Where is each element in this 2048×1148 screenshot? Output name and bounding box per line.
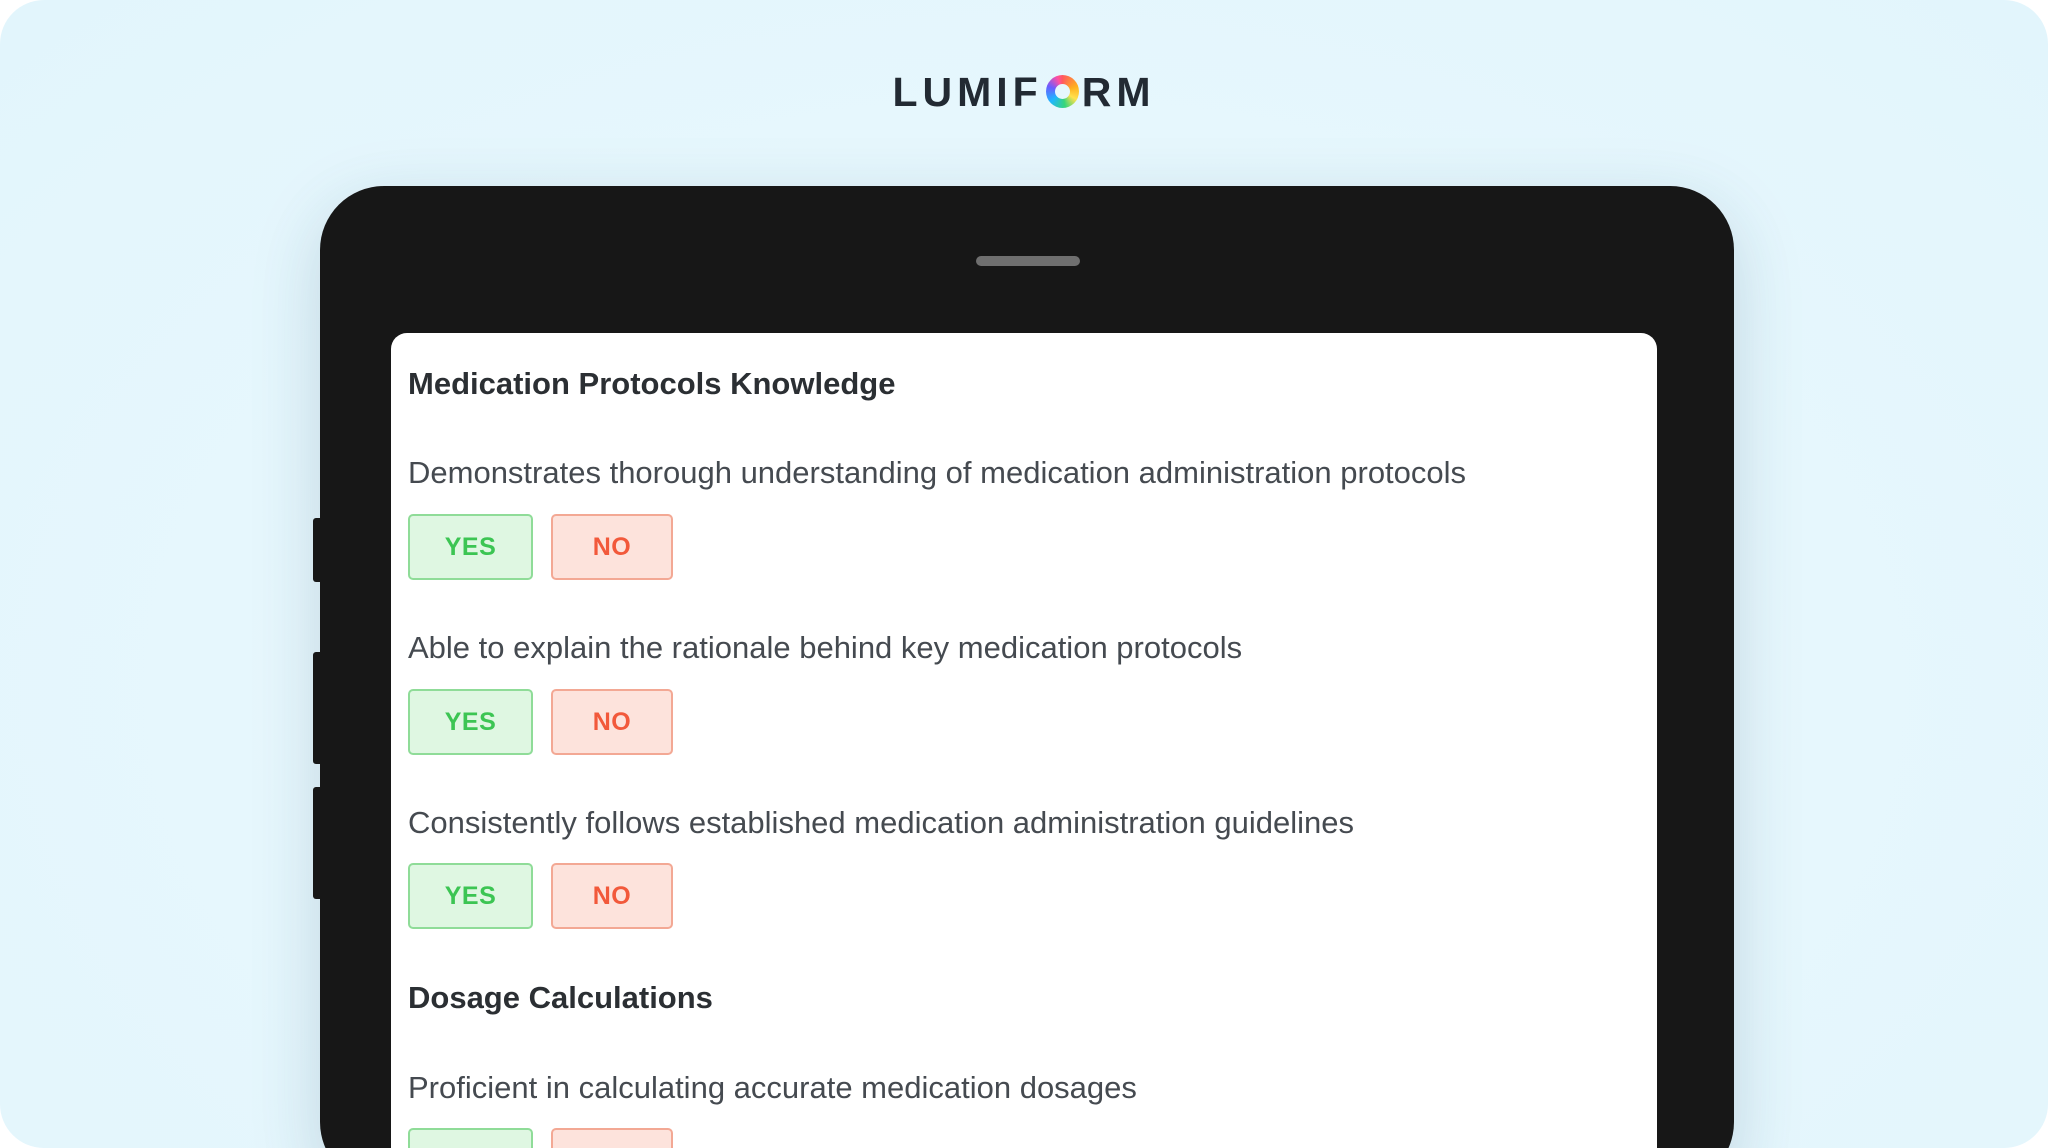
question-text: Proficient in calculating accurate medic… (408, 1070, 1137, 1105)
device-side-button (313, 518, 321, 582)
question-text: Consistently follows established medicat… (408, 805, 1354, 840)
no-button[interactable]: NO (551, 514, 673, 580)
section-title-medication-protocols: Medication Protocols Knowledge (408, 366, 896, 401)
logo-text-left: LUMIF (892, 68, 1043, 115)
no-button[interactable]: NO (551, 863, 673, 929)
lumiform-logo: LUMIF RM (0, 68, 2048, 115)
question-text: Demonstrates thorough understanding of m… (408, 455, 1467, 490)
device-volume-up-button (313, 652, 321, 764)
no-button[interactable]: NO (551, 689, 673, 755)
page-background: LUMIF RM Medication Protocols Knowledge D… (0, 0, 2048, 1148)
yes-button[interactable]: YES (408, 863, 533, 929)
question-text: Able to explain the rationale behind key… (408, 630, 1243, 665)
yes-button[interactable]: YES (408, 689, 533, 755)
device-volume-down-button (313, 787, 321, 899)
device-speaker (976, 256, 1080, 266)
yes-button[interactable]: YES (408, 1128, 533, 1148)
no-button[interactable]: NO (551, 1128, 673, 1148)
section-title-dosage-calculations: Dosage Calculations (408, 980, 713, 1015)
logo-text-right: RM (1081, 68, 1156, 115)
logo-ring-icon (1045, 74, 1079, 108)
yes-button[interactable]: YES (408, 514, 533, 580)
